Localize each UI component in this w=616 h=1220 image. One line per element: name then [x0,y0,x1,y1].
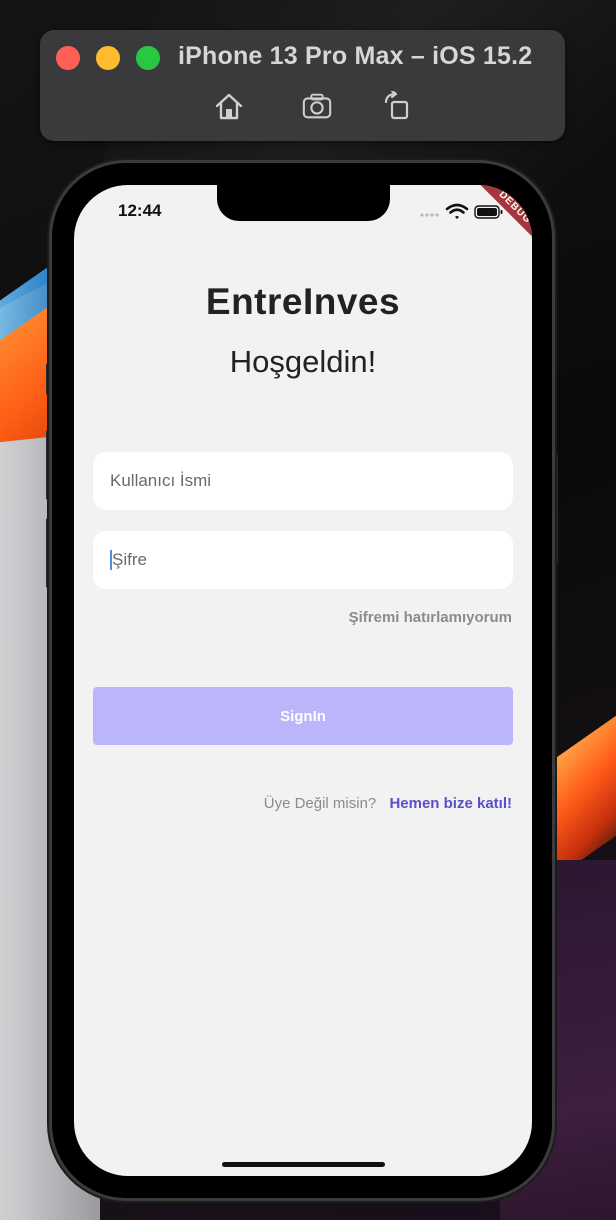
screenshot-button[interactable] [300,90,334,122]
username-field[interactable]: Kullanıcı İsmi [93,452,513,510]
status-time: 12:44 [118,201,162,220]
power-button [552,454,558,564]
home-icon [215,93,243,120]
zoom-window-button[interactable] [136,46,160,70]
battery-icon [474,205,503,219]
signin-button[interactable]: SignIn [93,687,513,745]
wifi-icon [445,203,469,219]
home-indicator[interactable] [222,1162,385,1167]
status-indicators [420,203,503,219]
desktop: iPhone 13 Pro Max – iOS 15.2 12:44 DEBUG… [0,0,616,1220]
notch [217,185,390,221]
signup-question: Üye Değil misin? [263,795,377,812]
simulator-title: iPhone 13 Pro Max – iOS 15.2 [178,42,533,70]
forgot-password-link[interactable]: Şifremi hatırlamıyorum [349,609,512,626]
phone-screen: 12:44 DEBUG EntreInves Hoşgeldin! Kullan… [74,185,532,1176]
username-placeholder: Kullanıcı İsmi [110,471,212,490]
signin-button-label: SignIn [280,707,326,725]
signup-row: Üye Değil misin? Hemen bize katıl! [264,795,512,812]
app-title: EntreInves [205,281,401,322]
home-button[interactable] [212,90,246,122]
rotate-icon [384,91,409,120]
signal-icon [420,213,439,217]
password-placeholder: Şifre [112,550,147,569]
minimize-window-button[interactable] [96,46,120,70]
screenshot-icon [302,93,332,119]
welcome-subtitle: Hoşgeldin! [229,344,377,379]
password-field[interactable]: Şifre [93,531,513,589]
rotate-button[interactable] [380,90,414,122]
close-window-button[interactable] [56,46,80,70]
signup-link[interactable]: Hemen bize katıl! [389,795,512,812]
